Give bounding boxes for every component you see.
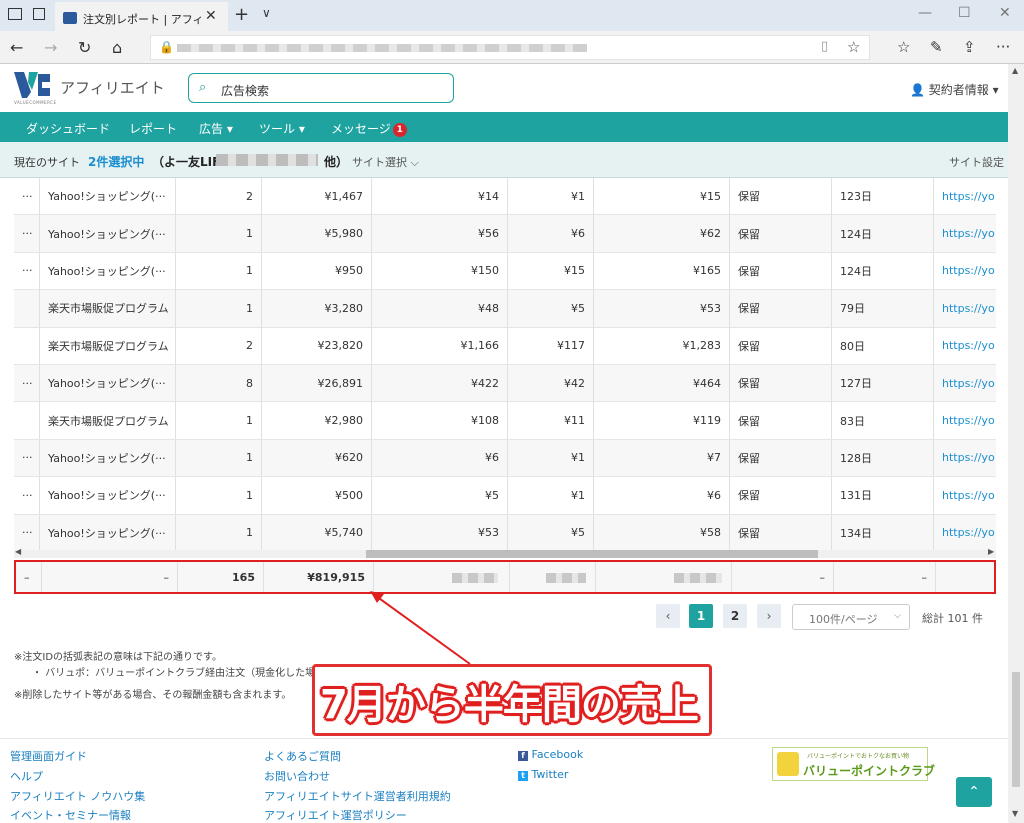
footer-link-policy[interactable]: アフィリエイト運営ポリシー <box>264 807 407 823</box>
banner-tagline: バリューポイントでおトクなお買い物 <box>807 753 910 760</box>
footer-link-events[interactable]: イベント・セミナー情報 <box>10 807 131 823</box>
annotation-callout-text: 7月から半年間の売上 <box>320 682 699 728</box>
facebook-icon: f <box>518 751 528 761</box>
footer-link-twitter[interactable]: t Twitter <box>518 768 568 781</box>
footer-link-guide[interactable]: 管理画面ガイド <box>10 748 87 764</box>
facebook-label: Facebook <box>531 748 584 761</box>
footer-link-terms[interactable]: アフィリエイトサイト運営者利用規約 <box>264 788 451 804</box>
back-to-top-button[interactable]: ⌃ <box>956 777 992 807</box>
footer-link-faq[interactable]: よくあるご質問 <box>264 748 341 764</box>
banner-title: バリューポイントクラブ <box>803 764 936 778</box>
twitter-icon: t <box>518 771 528 781</box>
footer-link-facebook[interactable]: f Facebook <box>518 748 583 761</box>
gift-icon <box>777 752 799 776</box>
footer-link-contact[interactable]: お問い合わせ <box>264 768 330 784</box>
twitter-label: Twitter <box>531 768 569 781</box>
footer-link-knowhow[interactable]: アフィリエイト ノウハウ集 <box>10 788 145 804</box>
footer-link-help[interactable]: ヘルプ <box>10 768 43 784</box>
value-point-club-banner[interactable]: バリューポイントでおトクなお買い物 バリューポイントクラブ <box>772 747 935 781</box>
